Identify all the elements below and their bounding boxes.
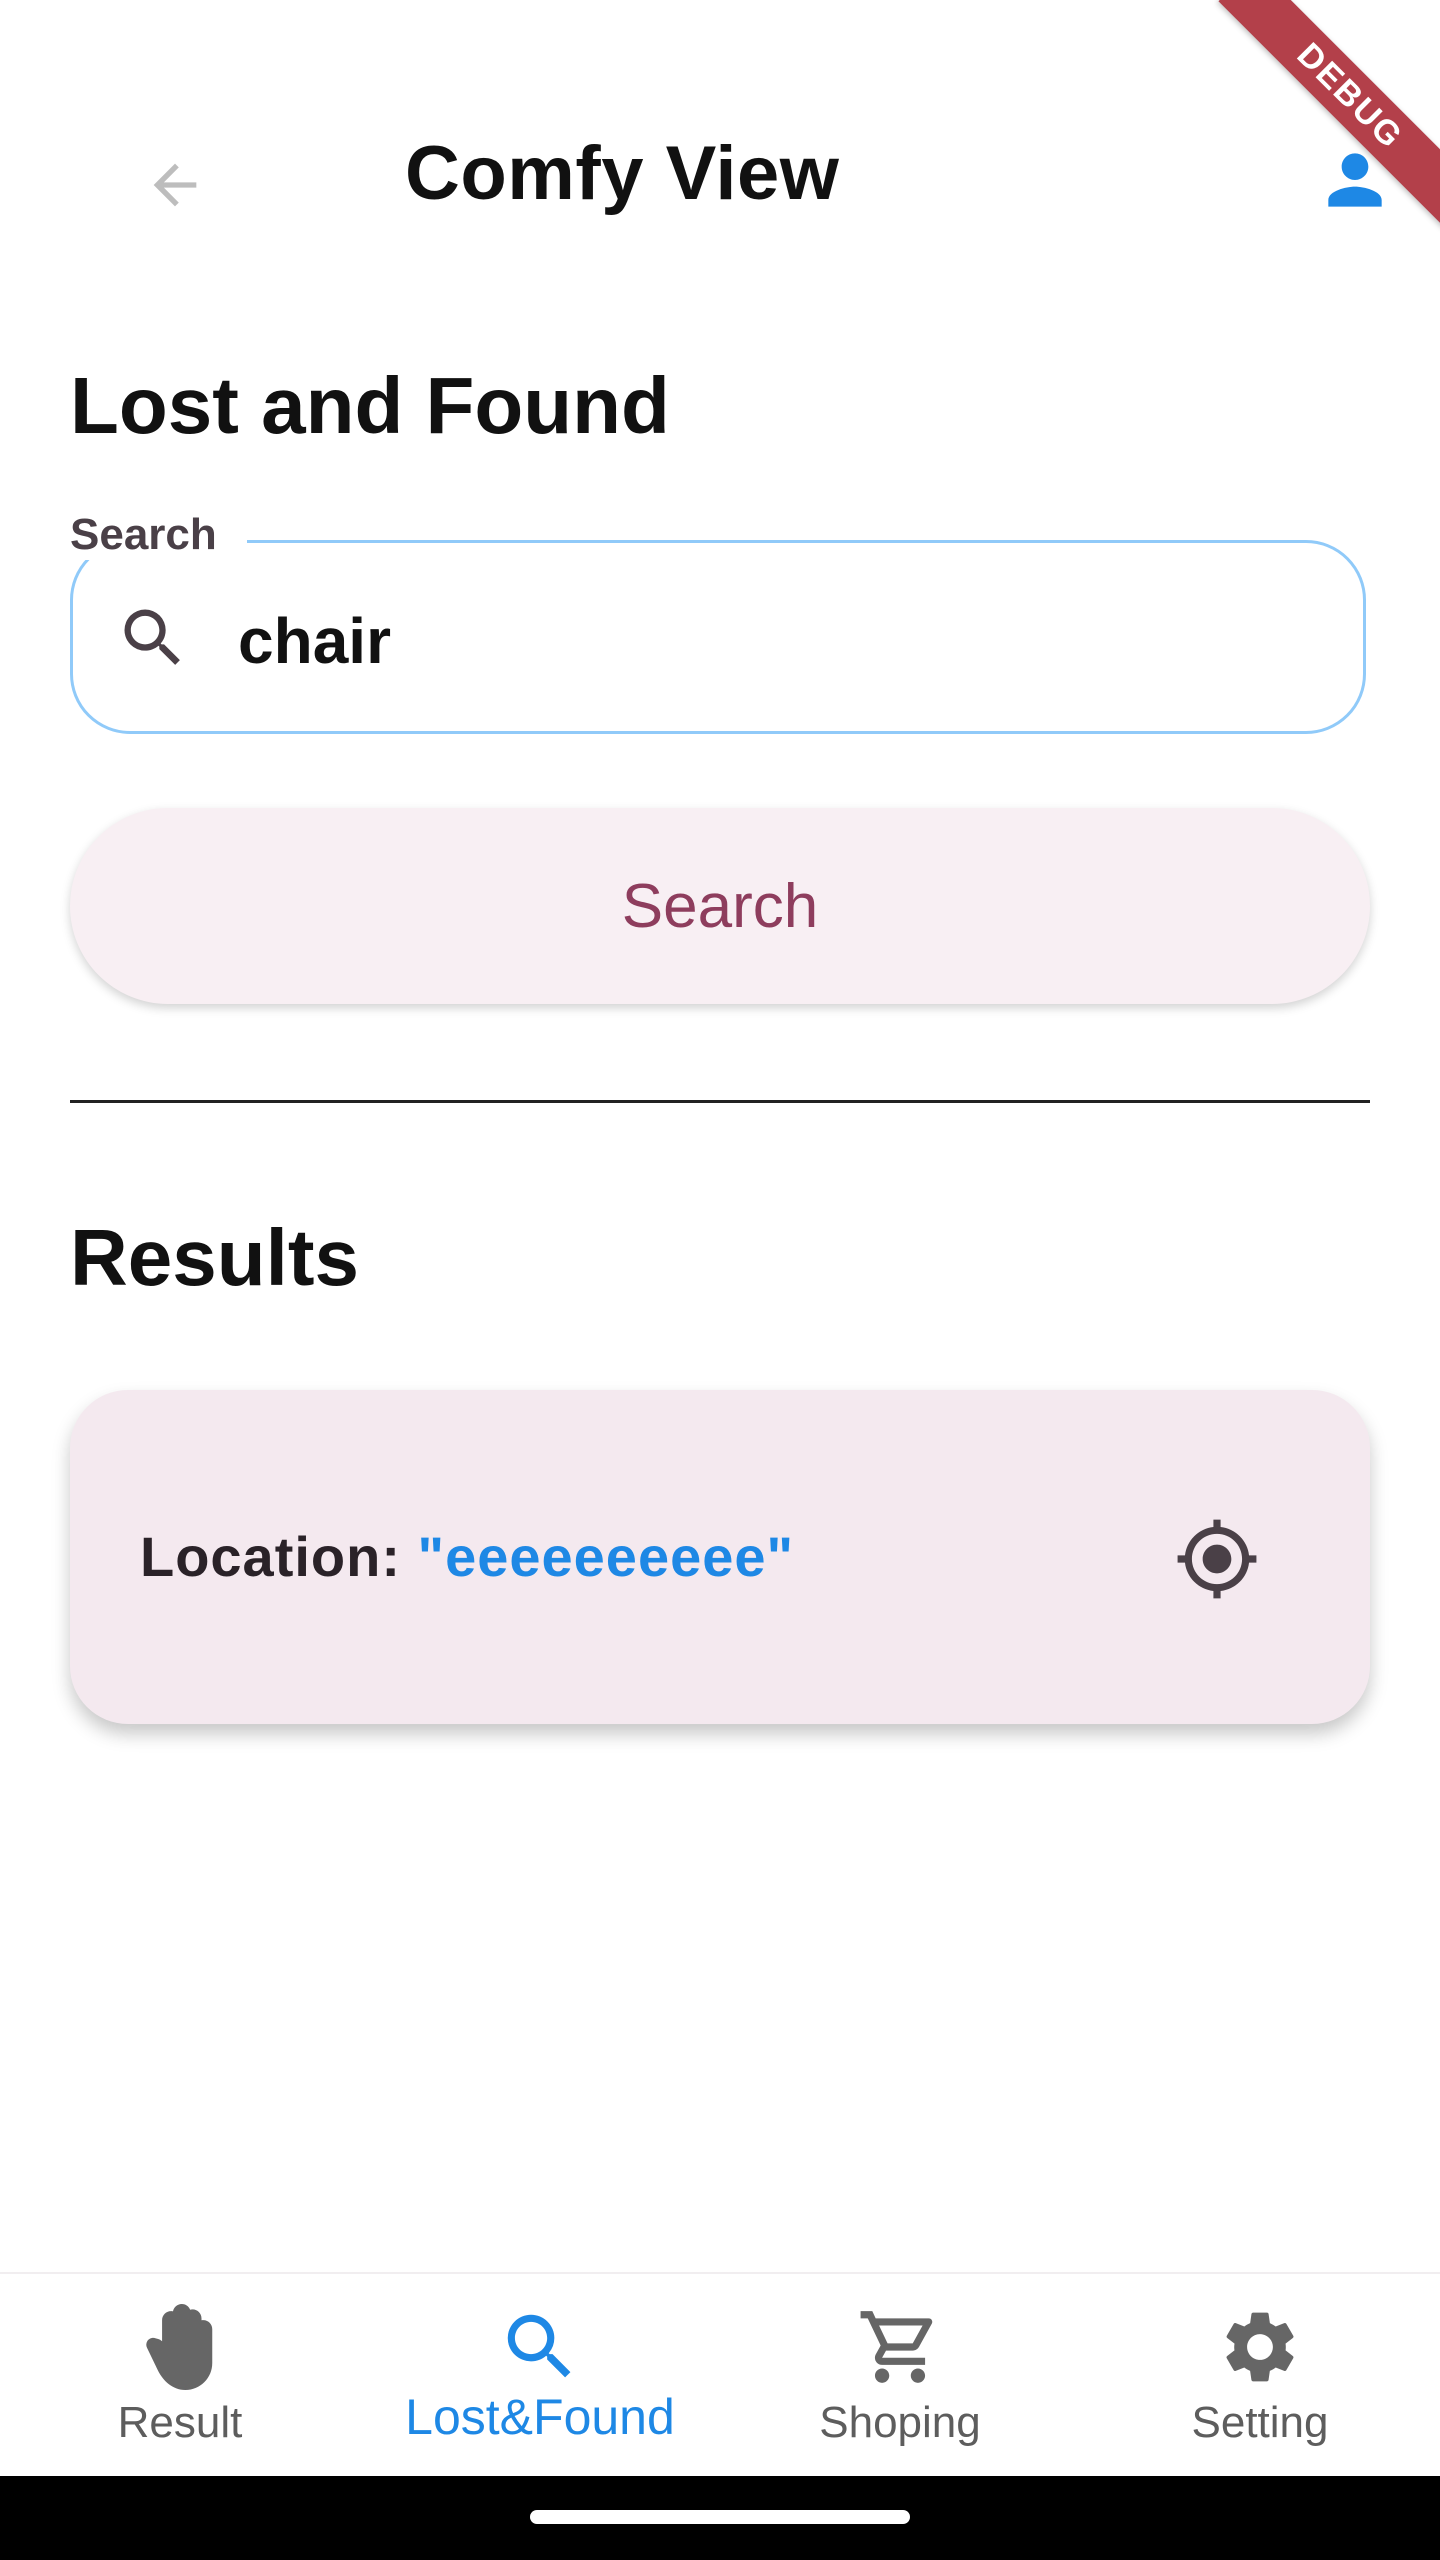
cart-icon <box>860 2311 933 2383</box>
location-label: Location: <box>140 1525 418 1588</box>
nav-label-lost-found: Lost&Found <box>405 2389 675 2445</box>
app-title: Comfy View <box>405 131 840 216</box>
arrow-back-icon <box>153 163 197 207</box>
app-bar: Comfy View DEBUG <box>0 0 1440 300</box>
nav-item-shopping[interactable]: Shoping <box>720 2274 1080 2478</box>
home-indicator[interactable] <box>530 2510 910 2524</box>
locate-button[interactable] <box>1172 1514 1262 1604</box>
result-location: Location: "eeeeeeeeee" <box>140 1524 794 1589</box>
my-location-icon <box>1177 1519 1257 1599</box>
bottom-nav: Result Lost&Found Shoping Setting <box>0 2272 1440 2476</box>
nav-label-shopping: Shoping <box>819 2398 981 2447</box>
nav-label-result: Result <box>117 2398 243 2447</box>
search-input[interactable] <box>238 604 1238 678</box>
gear-icon <box>1226 2312 1294 2382</box>
back-button[interactable] <box>135 145 215 225</box>
nav-item-lost-found[interactable]: Lost&Found <box>360 2274 720 2478</box>
nav-item-setting[interactable]: Setting <box>1080 2274 1440 2478</box>
nav-item-result[interactable]: Result <box>0 2274 360 2478</box>
divider <box>70 1100 1370 1103</box>
nav-label-setting: Setting <box>1191 2398 1329 2447</box>
search-icon <box>507 2314 571 2378</box>
search-field-label: Search <box>70 510 247 560</box>
hand-icon <box>146 2304 213 2390</box>
screen: Comfy View DEBUG Lost and Found Search S… <box>0 0 1440 2560</box>
search-icon <box>124 609 180 665</box>
results-heading: Results <box>70 1213 359 1302</box>
location-value: "eeeeeeeeee" <box>417 1525 795 1588</box>
search-button[interactable]: Search <box>70 808 1370 1004</box>
lost-found-heading: Lost and Found <box>70 361 670 450</box>
